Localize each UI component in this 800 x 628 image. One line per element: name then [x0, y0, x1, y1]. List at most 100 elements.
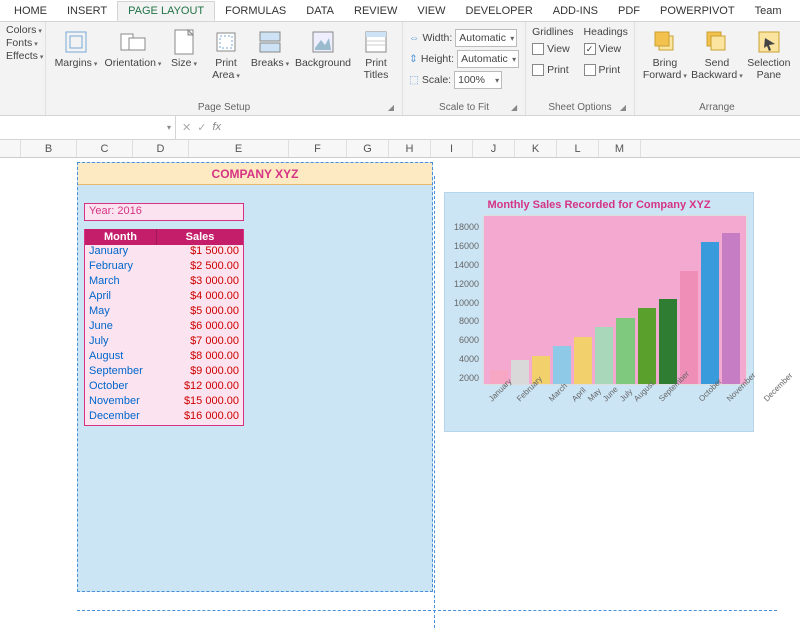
worksheet-grid[interactable]: BCDEFGHIJKLM COMPANY XYZ Year: 2016 Mont… [0, 140, 800, 628]
print-titles-button[interactable]: Print Titles [356, 24, 396, 81]
tab-team[interactable]: Team [745, 2, 792, 20]
headings-print-label: Print [599, 64, 621, 76]
col-header-B[interactable]: B [21, 140, 77, 157]
enter-formula-icon[interactable]: ✓ [197, 121, 206, 134]
width-icon: ⇔ [409, 32, 420, 44]
company-title: COMPANY XYZ [78, 163, 432, 185]
gridlines-view-checkbox[interactable] [532, 43, 544, 55]
page-setup-launcher-icon[interactable]: ◢ [386, 103, 396, 113]
selection-pane-icon [755, 28, 783, 56]
tab-powerpivot[interactable]: POWERPIVOT [650, 2, 745, 20]
send-backward-icon [703, 28, 731, 56]
table-row[interactable]: June$6 000.00 [85, 320, 243, 335]
insert-function-icon[interactable]: fx [212, 121, 221, 134]
chart-x-axis: JanuaryFebruaryMarchAprilMayJuneJulyAugu… [483, 385, 747, 419]
width-combo[interactable]: Automatic [455, 29, 517, 47]
col-header-I[interactable]: I [431, 140, 473, 157]
orientation-button[interactable]: Orientation [104, 24, 162, 70]
tab-view[interactable]: VIEW [407, 2, 455, 20]
table-row[interactable]: February$2 500.00 [85, 260, 243, 275]
col-header-J[interactable]: J [473, 140, 515, 157]
group-label-scale: Scale to Fit [439, 102, 489, 113]
print-area-icon [212, 28, 240, 56]
table-row[interactable]: August$8 000.00 [85, 350, 243, 365]
headings-print-checkbox[interactable] [584, 64, 596, 76]
formula-bar: ✕ ✓ fx [0, 116, 800, 140]
gridlines-heading: Gridlines [532, 26, 573, 38]
fonts-menu[interactable]: Fonts [6, 37, 43, 49]
gridlines-print-label: Print [547, 64, 569, 76]
print-area-button[interactable]: Print Area [206, 24, 246, 81]
year-cell[interactable]: Year: 2016 [84, 203, 244, 221]
col-header-C[interactable]: C [77, 140, 133, 157]
tab-formulas[interactable]: FORMULAS [215, 2, 296, 20]
tab-review[interactable]: REVIEW [344, 2, 407, 20]
col-header-M[interactable]: M [599, 140, 641, 157]
chart-monthly-sales[interactable]: Monthly Sales Recorded for Company XYZ 2… [444, 192, 754, 432]
table-header-month: Month [85, 229, 157, 245]
chart-y-axis: 2000400060008000100001200014000160001800… [451, 237, 481, 407]
size-button[interactable]: Size [166, 24, 202, 70]
headings-view-checkbox[interactable]: ✓ [584, 43, 596, 55]
column-headers: BCDEFGHIJKLM [0, 140, 800, 158]
col-header-L[interactable]: L [557, 140, 599, 157]
sheet-options-launcher-icon[interactable]: ◢ [618, 103, 628, 113]
margins-button[interactable]: Margins [52, 24, 100, 70]
headings-view-label: View [599, 43, 622, 55]
table-row[interactable]: October$12 000.00 [85, 380, 243, 395]
gridlines-print-checkbox[interactable] [532, 64, 544, 76]
chart-bar [680, 271, 698, 384]
chart-bar [595, 327, 613, 384]
col-header-K[interactable]: K [515, 140, 557, 157]
cancel-formula-icon[interactable]: ✕ [182, 121, 191, 134]
ribbon: Colors Fonts Effects Margins Orientation… [0, 22, 800, 116]
group-label-sheet-options: Sheet Options [548, 102, 611, 113]
background-button[interactable]: Background [294, 24, 352, 70]
table-row[interactable]: January$1 500.00 [85, 245, 243, 260]
table-row[interactable]: November$15 000.00 [85, 395, 243, 410]
formula-input[interactable] [227, 116, 800, 139]
col-header-G[interactable]: G [347, 140, 389, 157]
name-box[interactable] [0, 116, 176, 139]
chart-bar [659, 299, 677, 384]
scale-launcher-icon[interactable]: ◢ [509, 103, 519, 113]
col-header-E[interactable]: E [189, 140, 289, 157]
tab-data[interactable]: DATA [296, 2, 344, 20]
tab-insert[interactable]: INSERT [57, 2, 117, 20]
background-icon [309, 28, 337, 56]
effects-menu[interactable]: Effects [6, 50, 43, 62]
height-label: Height: [421, 53, 454, 65]
scale-spinner[interactable]: 100% [454, 71, 502, 89]
margins-icon [62, 28, 90, 56]
col-header-H[interactable]: H [389, 140, 431, 157]
tab-add-ins[interactable]: ADD-INS [543, 2, 608, 20]
table-row[interactable]: July$7 000.00 [85, 335, 243, 350]
tab-pdf[interactable]: PDF [608, 2, 650, 20]
col-header-corner[interactable] [0, 140, 21, 157]
table-row[interactable]: December$16 000.00 [85, 410, 243, 425]
orientation-icon [119, 28, 147, 56]
col-header-F[interactable]: F [289, 140, 347, 157]
col-header-D[interactable]: D [133, 140, 189, 157]
colors-menu[interactable]: Colors [6, 24, 43, 36]
tab-developer[interactable]: DEVELOPER [456, 2, 543, 20]
gridlines-view-label: View [547, 43, 570, 55]
chart-plot-area [483, 215, 747, 385]
tab-home[interactable]: HOME [4, 2, 57, 20]
selection-pane-button[interactable]: Selection Pane [745, 24, 793, 81]
chart-bar [511, 360, 529, 384]
bring-forward-button[interactable]: Bring Forward [641, 24, 689, 81]
table-row[interactable]: March$3 000.00 [85, 275, 243, 290]
breaks-button[interactable]: Breaks [250, 24, 290, 70]
height-combo[interactable]: Automatic [457, 50, 519, 68]
table-row[interactable]: May$5 000.00 [85, 305, 243, 320]
table-row[interactable]: April$4 000.00 [85, 290, 243, 305]
send-backward-button[interactable]: Send Backward [693, 24, 741, 81]
group-label-page-setup: Page Setup [198, 102, 250, 113]
table-header-sales: Sales [157, 229, 243, 245]
tab-page-layout[interactable]: PAGE LAYOUT [117, 1, 215, 21]
chart-bar [638, 308, 656, 384]
table-row[interactable]: September$9 000.00 [85, 365, 243, 380]
group-sheet-options: Gridlines View Print Headings ✓View Prin… [526, 22, 635, 115]
scale-icon: ⬚ [409, 74, 419, 86]
